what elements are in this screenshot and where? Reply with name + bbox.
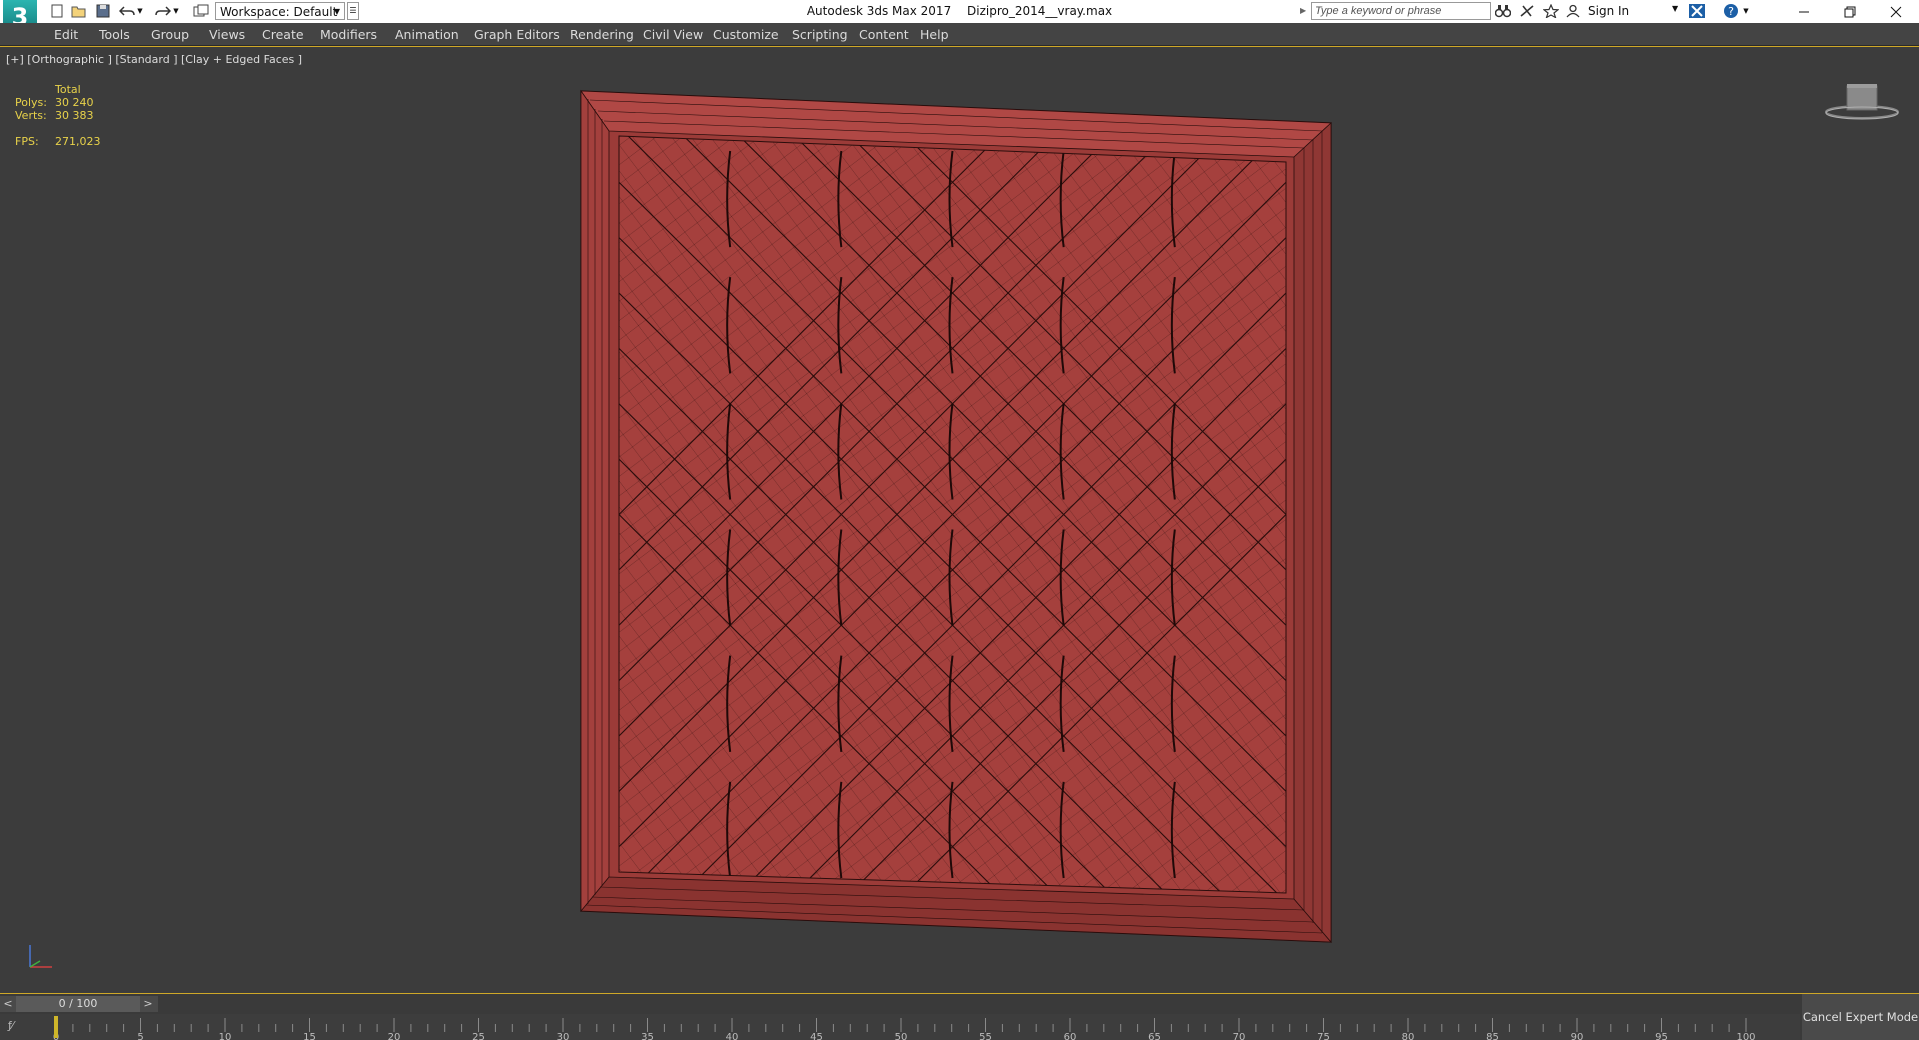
sign-in-link[interactable]: Sign In bbox=[1588, 4, 1629, 18]
verts-value: 30 383 bbox=[55, 109, 94, 122]
menu-help[interactable]: Help bbox=[920, 27, 949, 42]
time-slider-thumb[interactable]: 0 / 100 bbox=[16, 996, 140, 1012]
fps-label: FPS: bbox=[15, 135, 39, 148]
next-frame-button[interactable]: > bbox=[142, 996, 154, 1012]
polys-label: Polys: bbox=[15, 96, 47, 109]
favorites-star-icon[interactable] bbox=[1542, 3, 1560, 19]
panel-model[interactable] bbox=[0, 47, 1919, 993]
menu-modifiers[interactable]: Modifiers bbox=[320, 27, 377, 42]
timeline-ruler[interactable]: 0510152025303540455055606570758085909510… bbox=[0, 1014, 1800, 1040]
menu-group[interactable]: Group bbox=[151, 27, 189, 42]
cancel-expert-mode-button[interactable]: Cancel Expert Mode bbox=[1802, 994, 1919, 1040]
project-folder-icon[interactable] bbox=[192, 3, 210, 19]
menu-graph-editors[interactable]: Graph Editors bbox=[474, 27, 560, 42]
user-icon[interactable] bbox=[1566, 3, 1580, 19]
menu-views[interactable]: Views bbox=[209, 27, 245, 42]
menu-create[interactable]: Create bbox=[262, 27, 304, 42]
exchange-apps-icon[interactable] bbox=[1688, 3, 1706, 19]
minimize-window-button[interactable] bbox=[1781, 0, 1827, 23]
undo-dropdown-icon[interactable]: ▼ bbox=[136, 3, 144, 19]
help-icon[interactable]: ? bbox=[1722, 3, 1740, 19]
binoculars-icon[interactable] bbox=[1494, 3, 1512, 19]
search-expand-icon[interactable]: ▶ bbox=[1300, 6, 1306, 15]
menu-scripting[interactable]: Scripting bbox=[792, 27, 848, 42]
polys-value: 30 240 bbox=[55, 96, 94, 109]
verts-label: Verts: bbox=[15, 109, 47, 122]
subscription-icon[interactable] bbox=[1518, 3, 1536, 19]
menu-civil-view[interactable]: Civil View bbox=[643, 27, 703, 42]
open-file-icon[interactable] bbox=[70, 3, 88, 19]
redo-dropdown-icon[interactable]: ▼ bbox=[172, 3, 180, 19]
file-name: Dizipro_2014__vray.max bbox=[967, 4, 1113, 18]
title-bar: 3 ▼ ▼ Workspace: Default ▼ ☰ Autodesk 3d… bbox=[0, 0, 1919, 40]
redo-icon[interactable] bbox=[154, 3, 172, 19]
customize-toolbar-icon[interactable]: ☰ bbox=[347, 2, 359, 20]
workspace-value: Workspace: Default bbox=[220, 5, 338, 19]
app-name: Autodesk 3ds Max 2017 bbox=[806, 4, 952, 18]
menu-tools[interactable]: Tools bbox=[99, 27, 130, 42]
time-bar: < 0 / 100 > ƒ⁄ 0510152025303540455055606… bbox=[0, 993, 1919, 1040]
menu-customize[interactable]: Customize bbox=[713, 27, 779, 42]
chevron-down-icon: ▼ bbox=[333, 7, 340, 16]
stats-header: Total bbox=[55, 83, 81, 96]
menu-edit[interactable]: Edit bbox=[54, 27, 78, 42]
menu-rendering[interactable]: Rendering bbox=[570, 27, 634, 42]
frame-right-bevel bbox=[1293, 122, 1332, 944]
new-file-icon[interactable] bbox=[48, 3, 66, 19]
close-window-button[interactable] bbox=[1873, 0, 1919, 23]
axis-tripod-icon bbox=[29, 945, 52, 968]
quilted-pattern bbox=[619, 136, 1286, 893]
search-input[interactable] bbox=[1311, 2, 1491, 20]
time-slider[interactable]: < 0 / 100 > bbox=[0, 996, 158, 1012]
save-file-icon[interactable] bbox=[94, 3, 112, 19]
menu-bar: Edit Tools Group Views Create Modifiers … bbox=[0, 23, 1919, 46]
timeline-track[interactable]: ƒ⁄ 0510152025303540455055606570758085909… bbox=[0, 1014, 1800, 1040]
workspace-select[interactable]: Workspace: Default ▼ bbox=[215, 2, 345, 20]
viewport-label-menu[interactable]: [+] [Orthographic ] [Standard ] [Clay + … bbox=[6, 53, 302, 66]
chevron-down-icon[interactable]: ▼ bbox=[1672, 4, 1678, 13]
menu-content[interactable]: Content bbox=[859, 27, 909, 42]
previous-frame-button[interactable]: < bbox=[2, 996, 14, 1012]
fps-value: 271,023 bbox=[55, 135, 101, 148]
help-dropdown-icon[interactable]: ▼ bbox=[1742, 3, 1750, 19]
orthographic-viewport[interactable]: [+] [Orthographic ] [Standard ] [Clay + … bbox=[0, 46, 1919, 993]
svg-text:?: ? bbox=[1728, 5, 1734, 18]
undo-icon[interactable] bbox=[118, 3, 136, 19]
viewcube[interactable] bbox=[1825, 82, 1905, 142]
current-frame-marker bbox=[54, 1016, 58, 1038]
menu-animation[interactable]: Animation bbox=[395, 27, 459, 42]
restore-window-button[interactable] bbox=[1827, 0, 1873, 23]
